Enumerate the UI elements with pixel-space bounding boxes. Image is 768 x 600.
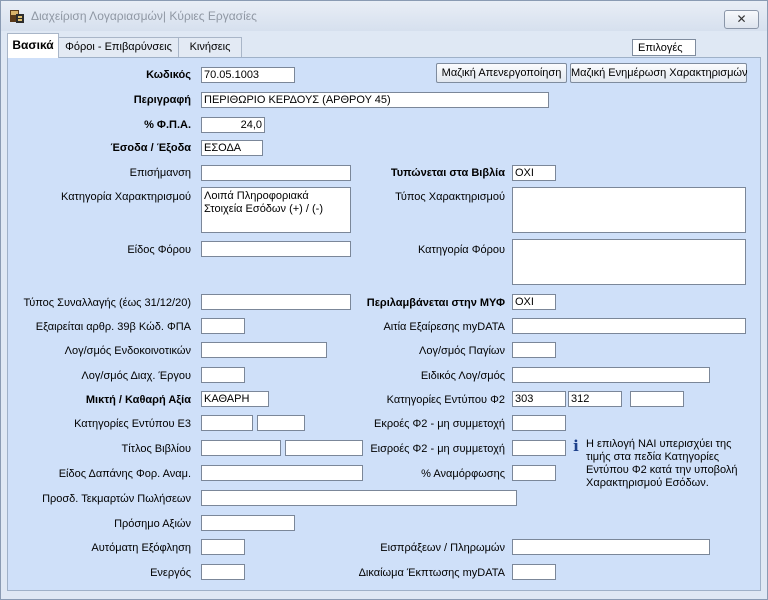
book-title-2-field[interactable] (285, 440, 363, 456)
collections-payments-label: Εισπράξεων / Πληρωμών (380, 542, 505, 554)
options-dropdown[interactable]: Επιλογές (632, 39, 696, 56)
characterization-category-field[interactable]: Λοιπά Πληροφοριακά Στοιχεία Εσόδων (+) /… (201, 187, 351, 233)
code-label: Κωδικός (146, 69, 191, 81)
transaction-type-field[interactable] (201, 294, 351, 310)
gross-net-label: Μικτή / Καθαρή Αξία (85, 394, 191, 406)
sales-receipts-field[interactable] (201, 490, 517, 506)
f2-category-1-field[interactable]: 303 (512, 391, 566, 407)
f2-inflows-label: Εισροές Φ2 - μη συμμετοχή (370, 443, 505, 455)
notation-field[interactable] (201, 165, 351, 181)
restructuring-label: % Αναμόρφωσης (421, 468, 505, 480)
e3-categories-label: Κατηγορίες Εντύπου Ε3 (74, 418, 191, 430)
transaction-type-label: Τύπος Συναλλαγής (έως 31/12/20) (23, 297, 191, 309)
value-sign-field[interactable] (201, 515, 295, 531)
e3-category-2-field[interactable] (257, 415, 305, 431)
exemption-reason-label: Αιτία Εξαίρεσης myDATA (383, 321, 505, 333)
deduction-right-label: Δικαίωμα Έκπτωσης myDATA (358, 567, 505, 579)
main-window: Διαχείριση Λογαριασμών| Κύριες Εργασίες … (0, 0, 768, 600)
info-icon: i (573, 437, 579, 455)
bulk-update-button[interactable]: Μαζική Ενημέρωση Χαρακτηρισμών (570, 63, 748, 83)
deduction-right-field[interactable] (512, 564, 556, 580)
bulk-deactivate-button[interactable]: Μαζική Απενεργοποίηση (436, 63, 567, 83)
vat-label: % Φ.Π.Α. (144, 119, 191, 131)
characterization-type-field[interactable] (512, 187, 746, 233)
income-expense-label: Έσοδα / Έξοδα (110, 142, 191, 154)
tax-category-field[interactable] (512, 239, 746, 285)
intra-community-field[interactable] (201, 342, 327, 358)
book-title-label: Τίτλος Βιβλίου (121, 443, 191, 455)
fixed-assets-label: Λογ/σμός Παγίων (419, 345, 505, 357)
close-icon: ✕ (736, 12, 747, 26)
vat-field[interactable]: 24,0 (201, 117, 265, 133)
special-account-field[interactable] (512, 367, 710, 383)
f2-outflows-label: Εκροές Φ2 - μη συμμετοχή (374, 418, 505, 430)
e3-category-1-field[interactable] (201, 415, 253, 431)
title-bar: Διαχείριση Λογαριασμών| Κύριες Εργασίες … (1, 1, 767, 31)
app-icon (9, 8, 25, 24)
description-label: Περιγραφή (133, 94, 191, 106)
collections-payments-field[interactable] (512, 539, 710, 555)
f2-category-2-field[interactable]: 312 (568, 391, 622, 407)
auto-settlement-label: Αυτόματη Εξόφληση (91, 542, 191, 554)
gross-net-field[interactable]: ΚΑΘΑΡΗ (201, 391, 269, 407)
tax-category-label: Κατηγορία Φόρου (417, 244, 505, 256)
expense-kind-label: Είδος Δαπάνης Φορ. Αναμ. (58, 468, 191, 480)
tax-type-field[interactable] (201, 241, 351, 257)
tax-type-label: Είδος Φόρου (127, 244, 191, 256)
characterization-type-label: Τύπος Χαρακτηρισμού (395, 191, 505, 203)
tab-movements[interactable]: Κινήσεις (178, 37, 242, 57)
value-sign-label: Πρόσημο Αξιών (114, 518, 191, 530)
intra-community-label: Λογ/σμός Ενδοκοινοτικών (64, 345, 191, 357)
restructuring-field[interactable] (512, 465, 556, 481)
included-myf-label: Περιλαμβάνεται στην ΜΥΦ (366, 297, 505, 309)
f2-category-3-field[interactable] (630, 391, 684, 407)
active-field[interactable] (201, 564, 245, 580)
exempt-39b-label: Εξαιρείται αρθρ. 39β Κώδ. ΦΠΑ (35, 321, 191, 333)
printed-in-books-field[interactable]: ΟΧΙ (512, 165, 556, 181)
special-account-label: Ειδικός Λογ/σμός (420, 370, 505, 382)
f2-outflows-field[interactable] (512, 415, 566, 431)
close-button[interactable]: ✕ (724, 10, 759, 29)
expense-kind-field[interactable] (201, 465, 363, 481)
exemption-reason-field[interactable] (512, 318, 746, 334)
info-note: Η επιλογή ΝΑΙ υπερισχύει της τιμής στα π… (586, 438, 738, 489)
notation-label: Επισήμανση (129, 167, 191, 179)
active-label: Ενεργός (150, 567, 191, 579)
included-myf-field[interactable]: ΟΧΙ (512, 294, 556, 310)
tab-taxes[interactable]: Φόροι - Επιβαρύνσεις (58, 37, 179, 57)
auto-settlement-field[interactable] (201, 539, 245, 555)
sales-receipts-label: Προσδ. Τεκμαρτών Πωλήσεων (42, 493, 191, 505)
project-mgmt-field[interactable] (201, 367, 245, 383)
tab-basic[interactable]: Βασικά (7, 33, 59, 58)
f2-inflows-field[interactable] (512, 440, 566, 456)
window-title: Διαχείριση Λογαριασμών| Κύριες Εργασίες (31, 9, 257, 23)
printed-in-books-label: Τυπώνεται στα Βιβλία (390, 167, 505, 179)
project-mgmt-label: Λογ/σμός Διαχ. Έργου (81, 370, 191, 382)
book-title-1-field[interactable] (201, 440, 281, 456)
income-expense-field[interactable]: ΕΣΟΔΑ (201, 140, 263, 156)
exempt-39b-field[interactable] (201, 318, 245, 334)
code-field[interactable]: 70.05.1003 (201, 67, 295, 83)
characterization-category-label: Κατηγορία Χαρακτηρισμού (61, 191, 191, 203)
f2-categories-label: Κατηγορίες Εντύπου Φ2 (386, 394, 505, 406)
description-field[interactable]: ΠΕΡΙΘΩΡΙΟ ΚΕΡΔΟΥΣ (ΑΡΘΡΟΥ 45) (201, 92, 549, 108)
fixed-assets-field[interactable] (512, 342, 556, 358)
